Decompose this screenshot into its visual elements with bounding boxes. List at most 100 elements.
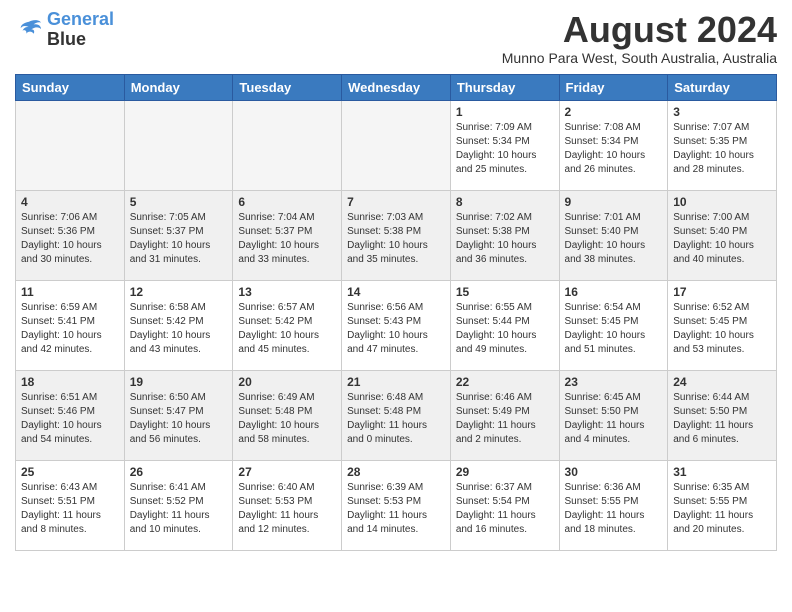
day-number: 15	[456, 285, 554, 299]
day-number: 28	[347, 465, 445, 479]
logo-text: General Blue	[47, 10, 114, 50]
logo-icon	[15, 18, 43, 42]
calendar-cell: 31 Sunrise: 6:35 AMSunset: 5:55 PMDayligh…	[668, 460, 777, 550]
cell-text: Sunrise: 6:35 AMSunset: 5:55 PMDaylight:…	[673, 481, 771, 537]
cell-text: Sunrise: 6:43 AMSunset: 5:51 PMDaylight:…	[21, 481, 119, 537]
cell-text: Sunrise: 6:45 AMSunset: 5:50 PMDaylight:…	[565, 391, 663, 447]
cell-text: Sunrise: 6:39 AMSunset: 5:53 PMDaylight:…	[347, 481, 445, 537]
day-number: 13	[238, 285, 336, 299]
cell-text: Sunrise: 6:58 AMSunset: 5:42 PMDaylight:…	[130, 301, 228, 357]
cell-text: Sunrise: 7:05 AMSunset: 5:37 PMDaylight:…	[130, 211, 228, 267]
calendar-cell: 16Sunrise: 6:54 AMSunset: 5:45 PMDayligh…	[559, 280, 668, 370]
calendar-body: 1Sunrise: 7:09 AMSunset: 5:34 PMDaylight…	[16, 100, 777, 550]
day-number: 5	[130, 195, 228, 209]
cell-text: Sunrise: 6:40 AMSunset: 5:53 PMDaylight:…	[238, 481, 336, 537]
calendar-cell: 29 Sunrise: 6:37 AMSunset: 5:54 PMDayligh…	[450, 460, 559, 550]
calendar-cell: 4Sunrise: 7:06 AMSunset: 5:36 PMDaylight…	[16, 190, 125, 280]
calendar-cell: 11 Sunrise: 6:59 AMSunset: 5:41 PMDayligh…	[16, 280, 125, 370]
logo: General Blue	[15, 10, 114, 50]
calendar-cell: 20Sunrise: 6:49 AMSunset: 5:48 PMDayligh…	[233, 370, 342, 460]
day-header-sunday: Sunday	[16, 74, 125, 100]
cell-text: Sunrise: 7:00 AMSunset: 5:40 PMDaylight:…	[673, 211, 771, 267]
calendar-cell: 7 Sunrise: 7:03 AMSunset: 5:38 PMDaylight…	[342, 190, 451, 280]
calendar-cell: 13 Sunrise: 6:57 AMSunset: 5:42 PMDayligh…	[233, 280, 342, 370]
day-number: 9	[565, 195, 663, 209]
cell-text: Sunrise: 6:57 AMSunset: 5:42 PMDaylight:…	[238, 301, 336, 357]
calendar-cell: 21 Sunrise: 6:48 AMSunset: 5:48 PMDayligh…	[342, 370, 451, 460]
month-title: August 2024	[502, 10, 777, 50]
calendar-cell: 26Sunrise: 6:41 AMSunset: 5:52 PMDayligh…	[124, 460, 233, 550]
cell-text: Sunrise: 6:37 AMSunset: 5:54 PMDaylight:…	[456, 481, 554, 537]
calendar-cell: 17 Sunrise: 6:52 AMSunset: 5:45 PMDayligh…	[668, 280, 777, 370]
day-number: 7	[347, 195, 445, 209]
cell-text: Sunrise: 7:09 AMSunset: 5:34 PMDaylight:…	[456, 121, 554, 177]
day-number: 12	[130, 285, 228, 299]
calendar-cell	[342, 100, 451, 190]
location: Munno Para West, South Australia, Austra…	[502, 50, 777, 66]
cell-text: Sunrise: 6:36 AMSunset: 5:55 PMDaylight:…	[565, 481, 663, 537]
day-number: 27	[238, 465, 336, 479]
day-header-thursday: Thursday	[450, 74, 559, 100]
calendar-cell	[233, 100, 342, 190]
day-number: 31	[673, 465, 771, 479]
week-row-2: 4Sunrise: 7:06 AMSunset: 5:36 PMDaylight…	[16, 190, 777, 280]
calendar-cell: 28 Sunrise: 6:39 AMSunset: 5:53 PMDayligh…	[342, 460, 451, 550]
page-header: General Blue August 2024 Munno Para West…	[15, 10, 777, 66]
day-number: 22	[456, 375, 554, 389]
cell-text: Sunrise: 6:55 AMSunset: 5:44 PMDaylight:…	[456, 301, 554, 357]
day-number: 3	[673, 105, 771, 119]
cell-text: Sunrise: 6:51 AMSunset: 5:46 PMDaylight:…	[21, 391, 119, 447]
day-number: 29	[456, 465, 554, 479]
cell-text: Sunrise: 6:56 AMSunset: 5:43 PMDaylight:…	[347, 301, 445, 357]
day-number: 2	[565, 105, 663, 119]
day-number: 20	[238, 375, 336, 389]
cell-text: Sunrise: 7:03 AMSunset: 5:38 PMDaylight:…	[347, 211, 445, 267]
calendar-cell: 1Sunrise: 7:09 AMSunset: 5:34 PMDaylight…	[450, 100, 559, 190]
day-number: 6	[238, 195, 336, 209]
calendar-cell: 10Sunrise: 7:00 AMSunset: 5:40 PMDayligh…	[668, 190, 777, 280]
calendar-table: SundayMondayTuesdayWednesdayThursdayFrid…	[15, 74, 777, 551]
cell-text: Sunrise: 7:07 AMSunset: 5:35 PMDaylight:…	[673, 121, 771, 177]
calendar-cell: 2 Sunrise: 7:08 AMSunset: 5:34 PMDaylight…	[559, 100, 668, 190]
cell-text: Sunrise: 6:48 AMSunset: 5:48 PMDaylight:…	[347, 391, 445, 447]
cell-text: Sunrise: 7:02 AMSunset: 5:38 PMDaylight:…	[456, 211, 554, 267]
calendar-cell	[124, 100, 233, 190]
calendar-cell: 3 Sunrise: 7:07 AMSunset: 5:35 PMDaylight…	[668, 100, 777, 190]
calendar-cell: 25 Sunrise: 6:43 AMSunset: 5:51 PMDayligh…	[16, 460, 125, 550]
week-row-1: 1Sunrise: 7:09 AMSunset: 5:34 PMDaylight…	[16, 100, 777, 190]
calendar-cell: 27 Sunrise: 6:40 AMSunset: 5:53 PMDayligh…	[233, 460, 342, 550]
cell-text: Sunrise: 7:06 AMSunset: 5:36 PMDaylight:…	[21, 211, 119, 267]
day-header-friday: Friday	[559, 74, 668, 100]
calendar-cell: 23 Sunrise: 6:45 AMSunset: 5:50 PMDayligh…	[559, 370, 668, 460]
calendar-cell: 14Sunrise: 6:56 AMSunset: 5:43 PMDayligh…	[342, 280, 451, 370]
cell-text: Sunrise: 6:52 AMSunset: 5:45 PMDaylight:…	[673, 301, 771, 357]
calendar-cell	[16, 100, 125, 190]
day-number: 18	[21, 375, 119, 389]
calendar-cell: 19 Sunrise: 6:50 AMSunset: 5:47 PMDayligh…	[124, 370, 233, 460]
cell-text: Sunrise: 6:59 AMSunset: 5:41 PMDaylight:…	[21, 301, 119, 357]
day-number: 8	[456, 195, 554, 209]
cell-text: Sunrise: 6:50 AMSunset: 5:47 PMDaylight:…	[130, 391, 228, 447]
week-row-3: 11 Sunrise: 6:59 AMSunset: 5:41 PMDayligh…	[16, 280, 777, 370]
day-header-wednesday: Wednesday	[342, 74, 451, 100]
cell-text: Sunrise: 6:41 AMSunset: 5:52 PMDaylight:…	[130, 481, 228, 537]
week-row-5: 25 Sunrise: 6:43 AMSunset: 5:51 PMDayligh…	[16, 460, 777, 550]
day-number: 19	[130, 375, 228, 389]
calendar-cell: 15 Sunrise: 6:55 AMSunset: 5:44 PMDayligh…	[450, 280, 559, 370]
day-number: 23	[565, 375, 663, 389]
cell-text: Sunrise: 7:08 AMSunset: 5:34 PMDaylight:…	[565, 121, 663, 177]
week-row-4: 18 Sunrise: 6:51 AMSunset: 5:46 PMDayligh…	[16, 370, 777, 460]
day-number: 30	[565, 465, 663, 479]
day-number: 21	[347, 375, 445, 389]
day-number: 11	[21, 285, 119, 299]
calendar-cell: 5 Sunrise: 7:05 AMSunset: 5:37 PMDaylight…	[124, 190, 233, 280]
day-number: 25	[21, 465, 119, 479]
cell-text: Sunrise: 6:54 AMSunset: 5:45 PMDaylight:…	[565, 301, 663, 357]
day-number: 17	[673, 285, 771, 299]
cell-text: Sunrise: 7:01 AMSunset: 5:40 PMDaylight:…	[565, 211, 663, 267]
day-header-tuesday: Tuesday	[233, 74, 342, 100]
cell-text: Sunrise: 6:44 AMSunset: 5:50 PMDaylight:…	[673, 391, 771, 447]
calendar-cell: 12 Sunrise: 6:58 AMSunset: 5:42 PMDayligh…	[124, 280, 233, 370]
calendar-cell: 18 Sunrise: 6:51 AMSunset: 5:46 PMDayligh…	[16, 370, 125, 460]
calendar-cell: 6Sunrise: 7:04 AMSunset: 5:37 PMDaylight…	[233, 190, 342, 280]
